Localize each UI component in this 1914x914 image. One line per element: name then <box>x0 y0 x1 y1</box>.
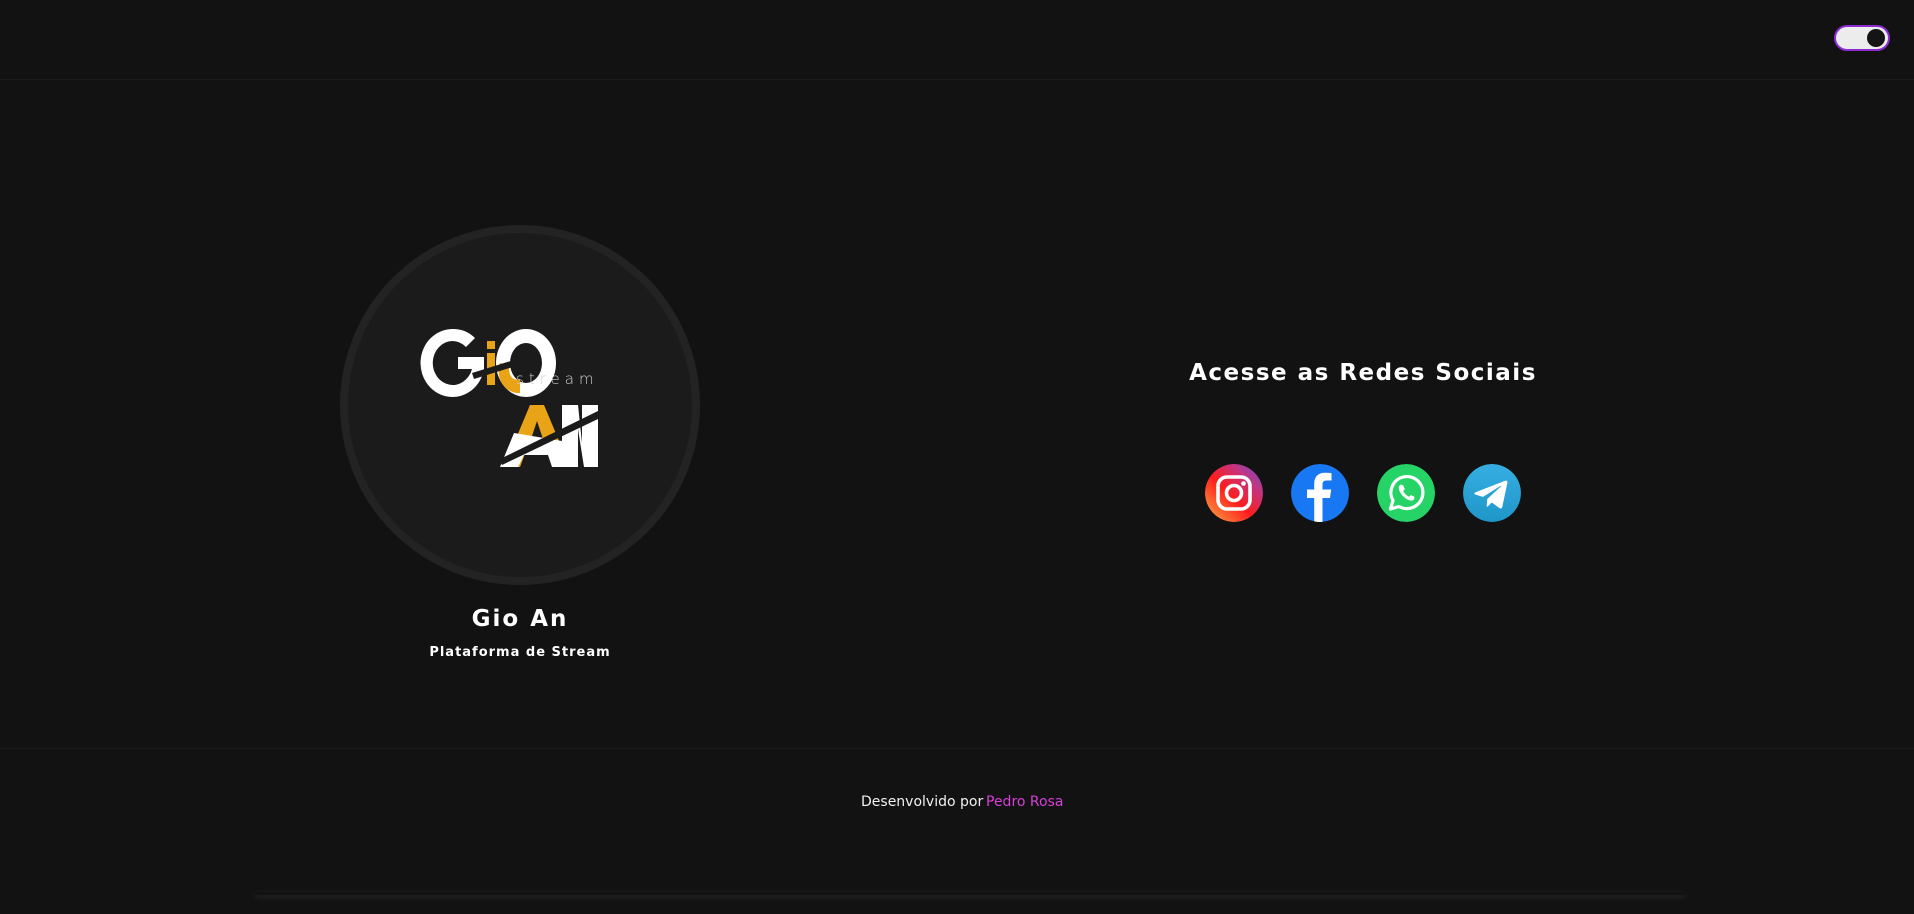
header <box>0 0 1914 80</box>
gio-an-logo <box>420 328 598 467</box>
logo-caption: stream <box>516 370 599 388</box>
facebook-icon <box>1291 464 1349 522</box>
profile-avatar: stream <box>340 225 700 585</box>
footer-author-link[interactable]: Pedro Rosa <box>986 794 1063 810</box>
facebook-link[interactable] <box>1291 464 1349 522</box>
whatsapp-icon <box>1377 464 1435 522</box>
theme-toggle[interactable] <box>1834 25 1890 51</box>
toggle-knob <box>1867 29 1885 47</box>
instagram-link[interactable] <box>1205 464 1263 522</box>
whatsapp-link[interactable] <box>1377 464 1435 522</box>
profile-subtitle: Plataforma de Stream <box>429 645 611 660</box>
footer-credit-text: Desenvolvido por <box>861 794 984 810</box>
telegram-icon <box>1463 464 1521 522</box>
social-section-title: Acesse as Redes Sociais <box>1189 360 1537 386</box>
bottom-shadow <box>255 892 1685 895</box>
telegram-link[interactable] <box>1463 464 1521 522</box>
main-content <box>0 81 1914 748</box>
footer: Desenvolvido por Pedro Rosa <box>0 748 1914 892</box>
profile-name: Gio An <box>471 606 569 632</box>
instagram-icon <box>1205 464 1263 522</box>
